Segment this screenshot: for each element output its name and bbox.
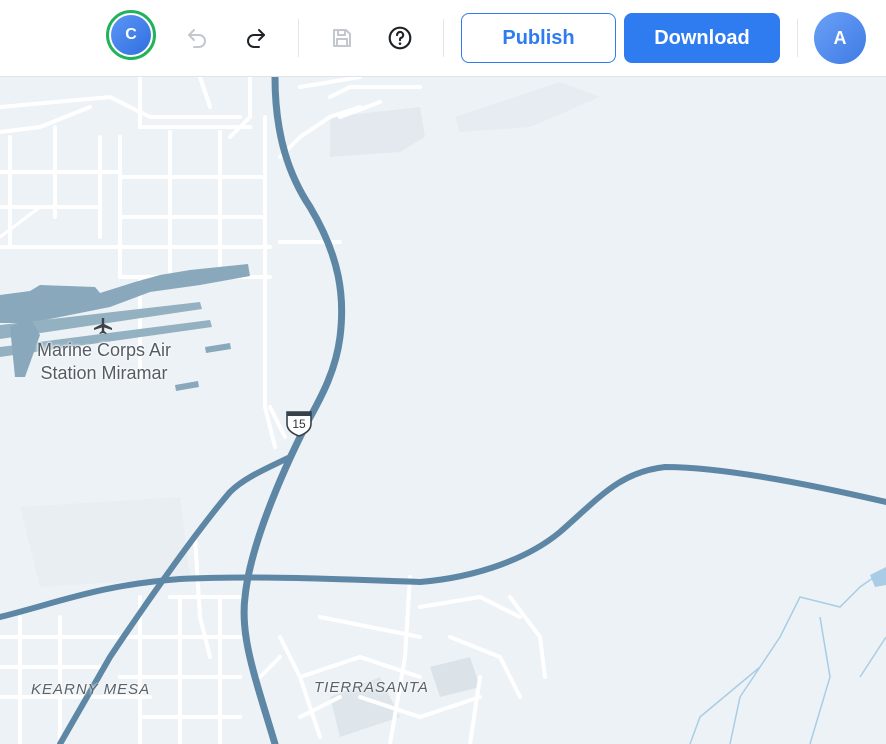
map-svg[interactable]: 15 xyxy=(0,77,886,744)
collaborator-presence[interactable]: C xyxy=(106,10,156,60)
redo-icon xyxy=(247,29,265,48)
collaborator-avatar[interactable]: C xyxy=(111,15,151,55)
editor-toolbar: C Publish Download A xyxy=(0,0,886,77)
save-icon xyxy=(333,29,351,47)
map-canvas[interactable]: 15 Marine Corps Air Station Miramar KEAR… xyxy=(0,77,886,744)
toolbar-divider xyxy=(797,19,798,57)
area-label-tierrasanta: TIERRASANTA xyxy=(314,679,429,696)
undo-icon xyxy=(188,29,206,48)
help-button[interactable] xyxy=(382,20,418,56)
airport-label-line-2: Station Miramar xyxy=(40,363,168,383)
download-button[interactable]: Download xyxy=(624,13,780,63)
redo-button[interactable] xyxy=(238,20,274,56)
save-button[interactable] xyxy=(324,20,360,56)
toolbar-divider xyxy=(298,19,299,57)
airport-label: Marine Corps Air Station Miramar xyxy=(14,339,194,385)
highway-shield-number: 15 xyxy=(292,417,306,431)
undo-button[interactable] xyxy=(179,20,215,56)
user-avatar[interactable]: A xyxy=(814,12,866,64)
toolbar-divider xyxy=(443,19,444,57)
interstate-shield: 15 xyxy=(286,411,312,437)
airport-label-line-1: Marine Corps Air xyxy=(36,340,172,360)
area-label-kearny-mesa: KEARNY MESA xyxy=(31,681,151,698)
help-icon xyxy=(388,26,412,50)
publish-button[interactable]: Publish xyxy=(461,13,616,63)
